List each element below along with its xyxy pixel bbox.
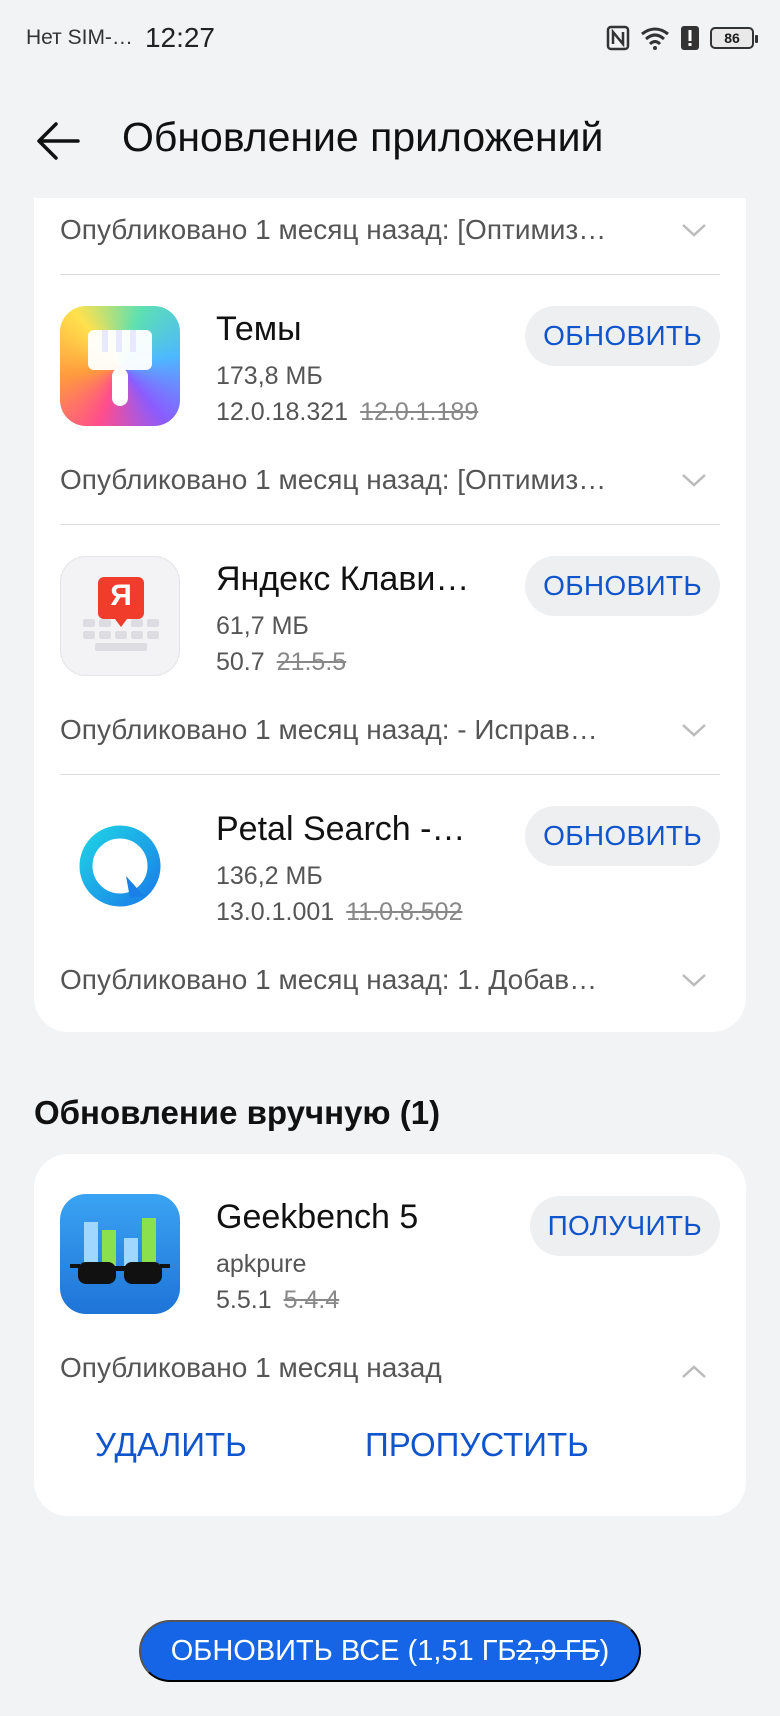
publication-row[interactable]: Опубликовано 1 месяц назад: [Оптимиз… — [60, 452, 720, 508]
back-arrow-icon[interactable] — [34, 118, 84, 164]
new-version: 50.7 — [216, 648, 265, 676]
publication-text: Опубликовано 1 месяц назад: [Оптимиз… — [60, 464, 607, 495]
app-name: Geekbench 5 — [216, 1198, 419, 1236]
chevron-down-icon — [682, 474, 706, 487]
yandex-keyboard-icon: Я — [60, 556, 180, 676]
app-name: Темы — [216, 310, 302, 348]
publication-row[interactable]: Опубликовано 1 месяц назад: - Исправ… — [60, 702, 720, 758]
app-version: 13.0.1.001 11.0.8.502 — [216, 898, 462, 927]
updates-list-card: Опубликовано 1 месяц назад: [Оптимиз… Те… — [34, 198, 746, 1032]
battery-icon: 86 — [710, 27, 758, 49]
publication-row[interactable]: Опубликовано 1 месяц назад — [60, 1340, 720, 1396]
manual-update-heading: Обновление вручную (1) — [34, 1094, 441, 1131]
update-button[interactable]: ОБНОВИТЬ — [525, 556, 720, 616]
old-version: 21.5.5 — [276, 648, 347, 676]
publication-row[interactable]: Опубликовано 1 месяц назад: [Оптимиз… — [60, 202, 720, 258]
list-item-geekbench[interactable]: Geekbench 5 apkpure 5.5.1 5.4.4 ПОЛУЧИТЬ — [60, 1194, 720, 1318]
update-button[interactable]: ОБНОВИТЬ — [525, 306, 720, 366]
app-version: 12.0.18.321 12.0.1.189 — [216, 398, 478, 427]
page-header: Обновление приложений — [0, 96, 780, 186]
wifi-icon — [641, 27, 669, 50]
app-source: apkpure — [216, 1250, 307, 1278]
app-size: 61,7 МБ — [216, 612, 309, 640]
update-button[interactable]: ОБНОВИТЬ — [525, 806, 720, 866]
app-size: 173,8 МБ — [216, 362, 323, 390]
old-version: 11.0.8.502 — [346, 898, 463, 926]
old-version: 12.0.1.189 — [360, 398, 479, 426]
new-version: 12.0.18.321 — [216, 398, 349, 426]
new-version: 13.0.1.001 — [216, 898, 335, 926]
app-version: 5.5.1 5.4.4 — [216, 1286, 339, 1315]
divider — [60, 274, 720, 275]
update-all-suffix: ) — [599, 1634, 610, 1667]
chevron-down-icon — [682, 224, 706, 237]
list-item-yandex-keyboard[interactable]: Я Яндекс Клави… 61,7 МБ 50.7 21.5.5 ОБНОВ… — [60, 556, 720, 680]
update-all-old-size: 2,9 ГБ — [516, 1634, 600, 1667]
list-item-petal-search[interactable]: Petal Search -… 136,2 МБ 13.0.1.001 11.0.… — [60, 806, 720, 930]
status-icons: 86 — [606, 25, 758, 51]
divider — [60, 774, 720, 775]
publication-text: Опубликовано 1 месяц назад: - Исправ… — [60, 714, 598, 745]
chevron-up-icon — [682, 1365, 706, 1378]
list-item-themes[interactable]: Темы 173,8 МБ 12.0.18.321 12.0.1.189 ОБНО… — [60, 306, 720, 430]
update-all-label: ОБНОВИТЬ ВСЕ (1,51 ГБ — [170, 1634, 517, 1667]
app-name: Яндекс Клави… — [216, 560, 470, 598]
themes-brush-icon — [60, 306, 180, 426]
status-bar: Нет SIM-… 12:27 86 — [0, 0, 780, 76]
publication-row[interactable]: Опубликовано 1 месяц назад: 1. Добав… — [60, 952, 720, 1008]
new-version: 5.5.1 — [216, 1286, 272, 1314]
publication-text: Опубликовано 1 месяц назад: 1. Добав… — [60, 964, 598, 995]
manual-update-card: Geekbench 5 apkpure 5.5.1 5.4.4 ПОЛУЧИТЬ … — [34, 1154, 746, 1516]
nfc-icon — [606, 25, 630, 51]
update-all-button[interactable]: ОБНОВИТЬ ВСЕ (1,51 ГБ 2,9 ГБ) — [139, 1620, 641, 1682]
petal-search-icon — [60, 806, 180, 926]
app-size: 136,2 МБ — [216, 862, 323, 890]
skip-button[interactable]: ПРОПУСТИТЬ — [365, 1426, 589, 1464]
delete-button[interactable]: УДАЛИТЬ — [95, 1426, 247, 1464]
sim-status: Нет SIM-… — [26, 26, 133, 49]
yandex-letter: Я — [110, 579, 132, 612]
get-button[interactable]: ПОЛУЧИТЬ — [529, 1196, 720, 1256]
clock: 12:27 — [144, 22, 216, 53]
publication-text: Опубликовано 1 месяц назад: [Оптимиз… — [60, 214, 607, 245]
alert-icon — [681, 26, 699, 50]
app-version: 50.7 21.5.5 — [216, 648, 346, 677]
chevron-down-icon — [682, 724, 706, 737]
app-name: Petal Search -… — [216, 810, 466, 848]
divider — [60, 524, 720, 525]
geekbench-icon — [60, 1194, 180, 1314]
chevron-down-icon — [682, 974, 706, 987]
publication-text: Опубликовано 1 месяц назад — [60, 1352, 442, 1383]
old-version: 5.4.4 — [283, 1286, 340, 1314]
page-title: Обновление приложений — [122, 114, 604, 160]
